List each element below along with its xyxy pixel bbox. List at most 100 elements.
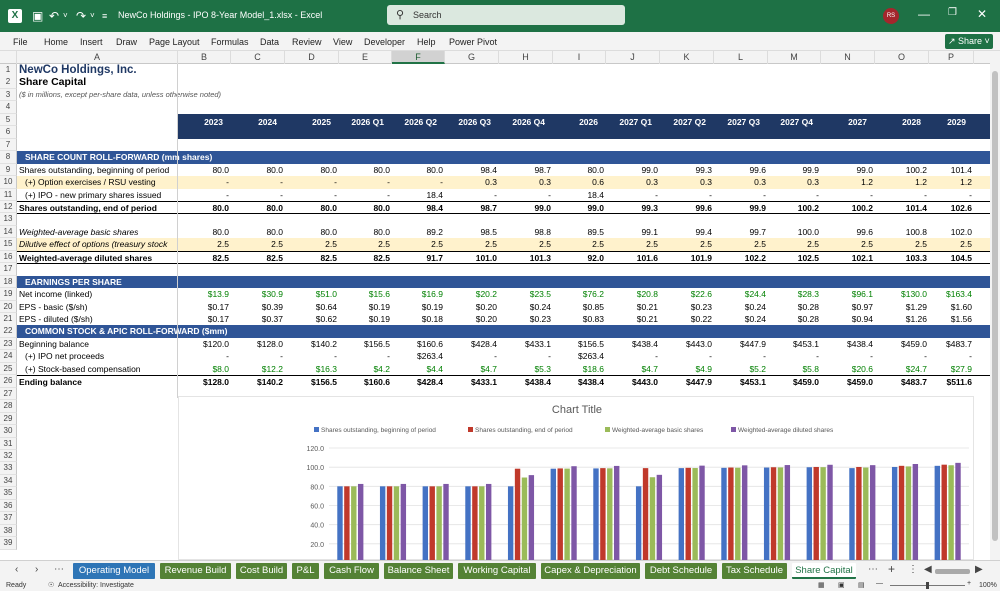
bar-1[interactable] — [344, 486, 350, 567]
menu-view[interactable]: View — [333, 37, 352, 47]
period-header[interactable]: 2026 Q1 — [339, 116, 392, 129]
row-header-17[interactable]: 17 — [0, 263, 17, 276]
value-cell[interactable]: - — [339, 189, 392, 202]
value-cell[interactable]: $438.4 — [553, 376, 606, 389]
value-cell[interactable]: $8.0 — [178, 363, 231, 376]
autosave-icon[interactable]: ▣ — [32, 9, 43, 23]
value-cell[interactable]: $447.9 — [714, 338, 768, 351]
share-count-section-label[interactable]: SHARE COUNT ROLL-FORWARD (mm shares) — [17, 151, 417, 164]
bar-3[interactable] — [528, 475, 535, 567]
value-cell[interactable]: $18.6 — [553, 363, 606, 376]
value-cell[interactable]: 80.0 — [285, 164, 339, 177]
value-cell[interactable]: - — [499, 189, 553, 202]
value-cell[interactable]: $1.60 — [929, 301, 974, 314]
value-cell[interactable]: $0.83 — [553, 313, 606, 326]
value-cell[interactable]: $0.24 — [499, 301, 553, 314]
bar-1[interactable] — [514, 468, 521, 567]
bar-1[interactable] — [600, 468, 606, 567]
bar-2[interactable] — [649, 477, 656, 567]
menu-developer[interactable]: Developer — [364, 37, 405, 47]
menu-page-layout[interactable]: Page Layout — [149, 37, 200, 47]
value-cell[interactable]: 80.0 — [285, 226, 339, 239]
value-cell[interactable]: 102.0 — [929, 226, 974, 239]
value-cell[interactable]: - — [178, 176, 231, 189]
value-cell[interactable]: $23.5 — [499, 288, 553, 301]
value-cell[interactable]: $459.0 — [768, 376, 821, 389]
value-cell[interactable]: $0.37 — [231, 313, 285, 326]
menu-review[interactable]: Review — [292, 37, 322, 47]
value-cell[interactable]: $12.2 — [231, 363, 285, 376]
legend-label[interactable]: Weighted-average basic shares — [612, 427, 704, 434]
row-header-30[interactable]: 30 — [0, 425, 17, 438]
value-cell[interactable]: 80.0 — [392, 164, 445, 177]
value-cell[interactable]: $0.28 — [768, 301, 821, 314]
value-cell[interactable]: $428.4 — [445, 338, 499, 351]
apic-section-label[interactable]: COMMON STOCK & APIC ROLL-FORWARD ($mm) — [17, 325, 417, 338]
value-cell[interactable]: - — [285, 350, 339, 363]
row-header-21[interactable]: 21 — [0, 313, 17, 326]
vertical-scrollbar[interactable] — [990, 51, 1000, 560]
column-header-k[interactable]: K — [660, 51, 714, 64]
period-header[interactable]: 2026 Q3 — [445, 116, 499, 129]
value-cell[interactable]: $428.4 — [392, 376, 445, 389]
prev-sheet-icon[interactable]: ‹ — [15, 564, 18, 575]
row-header-1[interactable]: 1 — [0, 64, 17, 77]
value-cell[interactable]: $459.0 — [875, 338, 929, 351]
bar-0[interactable] — [337, 486, 343, 567]
chart[interactable]: Chart Title Shares outstanding, beginning… — [178, 396, 974, 567]
bar-1[interactable] — [386, 486, 393, 567]
bar-3[interactable] — [784, 465, 791, 567]
value-cell[interactable]: - — [714, 189, 768, 202]
value-cell[interactable]: $453.1 — [714, 376, 768, 389]
value-cell[interactable]: $4.7 — [606, 363, 660, 376]
sheet-options-icon[interactable]: ⋮ — [908, 564, 918, 575]
redo-icon[interactable]: ↷ — [76, 9, 86, 23]
sheet-tab-balance-sheet[interactable]: Balance Sheet — [384, 563, 453, 579]
value-cell[interactable]: 98.4 — [445, 164, 499, 177]
row-header-13[interactable]: 13 — [0, 213, 17, 226]
bar-2[interactable] — [948, 465, 954, 567]
value-cell[interactable]: $0.23 — [499, 313, 553, 326]
value-cell[interactable]: 2.5 — [445, 238, 499, 251]
value-cell[interactable]: $20.8 — [606, 288, 660, 301]
value-cell[interactable]: 2.5 — [821, 238, 875, 251]
sheet-tab-operating-model[interactable]: Operating Model — [73, 563, 155, 579]
value-cell[interactable]: $20.2 — [445, 288, 499, 301]
value-cell[interactable]: $0.64 — [285, 301, 339, 314]
value-cell[interactable]: 99.4 — [660, 226, 714, 239]
undo-dropdown-icon[interactable]: ˅ — [63, 9, 68, 23]
value-cell[interactable]: - — [445, 350, 499, 363]
sheet-tab-cost-build[interactable]: Cost Build — [236, 563, 287, 579]
value-cell[interactable]: $0.19 — [339, 313, 392, 326]
value-cell[interactable]: $4.7 — [445, 363, 499, 376]
value-cell[interactable]: $443.0 — [660, 338, 714, 351]
value-cell[interactable]: 80.0 — [178, 226, 231, 239]
value-cell[interactable]: 80.0 — [553, 164, 606, 177]
row-header-31[interactable]: 31 — [0, 437, 17, 450]
value-cell[interactable]: $511.6 — [929, 376, 974, 389]
value-cell[interactable]: $0.17 — [178, 301, 231, 314]
page-layout-icon[interactable]: ▣ — [838, 581, 845, 589]
row-header-19[interactable]: 19 — [0, 288, 17, 301]
value-cell[interactable]: - — [929, 189, 974, 202]
menu-insert[interactable]: Insert — [80, 37, 103, 47]
normal-view-icon[interactable]: ▦ — [818, 581, 825, 589]
value-cell[interactable]: $24.7 — [875, 363, 929, 376]
bar-3[interactable] — [699, 465, 705, 567]
zoom-in-icon[interactable]: + — [967, 580, 971, 587]
bar-2[interactable] — [735, 467, 741, 567]
row-header-34[interactable]: 34 — [0, 474, 17, 488]
bar-1[interactable] — [856, 466, 862, 567]
value-cell[interactable]: $0.19 — [339, 301, 392, 314]
value-cell[interactable]: 2.5 — [768, 238, 821, 251]
row-header-22[interactable]: 22 — [0, 325, 17, 338]
value-cell[interactable]: $140.2 — [285, 338, 339, 351]
value-cell[interactable]: $0.21 — [606, 313, 660, 326]
value-cell[interactable]: $0.94 — [821, 313, 875, 326]
r24-label[interactable]: (+) IPO net proceeds — [17, 350, 177, 363]
bar-1[interactable] — [941, 464, 947, 567]
r15-label[interactable]: Dilutive effect of options (treasury sto… — [17, 238, 177, 251]
value-cell[interactable]: $140.2 — [231, 376, 285, 389]
value-cell[interactable]: 2.5 — [339, 238, 392, 251]
sheet-tab-working-capital[interactable]: Working Capital — [458, 563, 536, 579]
